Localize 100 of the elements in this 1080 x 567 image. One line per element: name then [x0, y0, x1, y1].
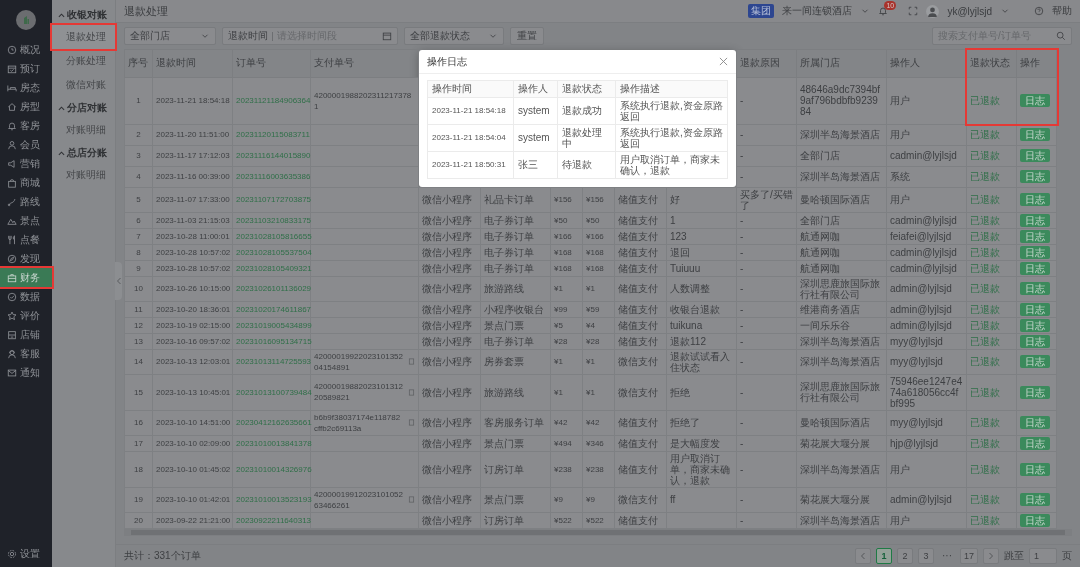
- status-select[interactable]: 全部退款状态: [404, 27, 504, 45]
- sidebar-item[interactable]: 数据: [0, 287, 52, 306]
- megaphone-icon: [7, 158, 17, 169]
- table-cell: -: [736, 166, 797, 187]
- dialog-title: 操作日志: [427, 55, 467, 67]
- collapse-handle[interactable]: [115, 262, 122, 300]
- table-cell: 用户: [886, 187, 967, 212]
- log-button[interactable]: 日志: [1020, 334, 1050, 348]
- refund-status: 已退款: [966, 77, 1017, 125]
- sidebar-item[interactable]: 评价: [0, 306, 52, 325]
- log-button[interactable]: 日志: [1020, 318, 1050, 332]
- log-button[interactable]: 日志: [1020, 436, 1050, 450]
- route-icon: [7, 196, 17, 207]
- log-button[interactable]: 日志: [1020, 513, 1050, 527]
- sidebar-item[interactable]: 发现: [0, 249, 52, 268]
- sidebar-item[interactable]: 设置: [0, 544, 52, 563]
- submenu-item[interactable]: 微信对账: [52, 73, 115, 97]
- copy-icon[interactable]: [408, 419, 415, 426]
- table-cell: 菊花展大堰分展: [796, 487, 887, 512]
- log-button[interactable]: 日志: [1020, 170, 1050, 183]
- log-button[interactable]: 日志: [1020, 245, 1050, 259]
- sidebar-item[interactable]: 房态: [0, 78, 52, 97]
- table-cell: 2023-10-13 12:03:01: [152, 349, 233, 374]
- sidebar-item[interactable]: 通知: [0, 363, 52, 382]
- table-cell: -: [736, 77, 797, 125]
- sidebar-item[interactable]: 路线: [0, 192, 52, 211]
- log-button[interactable]: 日志: [1020, 261, 1050, 275]
- sidebar-item[interactable]: 客服: [0, 344, 52, 363]
- chevron-left-icon: [860, 552, 866, 560]
- copy-icon[interactable]: [408, 358, 415, 365]
- sidebar-item[interactable]: 预订: [0, 59, 52, 78]
- person-icon: [7, 139, 17, 150]
- sidebar-item[interactable]: 景点: [0, 211, 52, 230]
- page-button[interactable]: 3: [918, 548, 934, 564]
- page-button[interactable]: 17: [960, 548, 978, 564]
- sidebar-item[interactable]: 会员: [0, 135, 52, 154]
- sidebar-item[interactable]: 点餐: [0, 230, 52, 249]
- table-cell: 2023-11-21 18:54:18: [152, 77, 233, 125]
- page-input[interactable]: 1: [1029, 548, 1057, 564]
- submenu-item[interactable]: 退款处理: [52, 25, 115, 49]
- horizontal-scrollbar[interactable]: [124, 528, 1072, 536]
- menu-group-title[interactable]: 分店对账: [52, 97, 115, 118]
- sidebar-item[interactable]: 概况: [0, 40, 52, 59]
- submenu-item[interactable]: 对账明细: [52, 163, 115, 187]
- page-ellipsis[interactable]: ···: [939, 548, 955, 564]
- sidebar-item[interactable]: 财务: [0, 268, 52, 287]
- log-button[interactable]: 日志: [1020, 149, 1050, 163]
- table-cell: 微信支付: [614, 374, 667, 410]
- table-cell: -: [736, 145, 797, 166]
- briefcase-icon: [7, 272, 17, 283]
- log-button[interactable]: 日志: [1020, 416, 1050, 429]
- avatar[interactable]: [926, 4, 940, 18]
- log-button[interactable]: 日志: [1020, 193, 1050, 206]
- user-name[interactable]: yk@lyjlsjd: [947, 5, 992, 17]
- caret-icon: [58, 149, 65, 157]
- table-cell: 16: [124, 410, 153, 435]
- sidebar-item[interactable]: 商城: [0, 173, 52, 192]
- help-link[interactable]: 帮助: [1052, 4, 1072, 18]
- column-header: 操作时间: [427, 80, 514, 97]
- order-link[interactable]: 20231121184906364: [236, 96, 311, 106]
- close-icon[interactable]: [719, 56, 728, 66]
- table-cell-text: b6b9f38037174e118782cffb2c69113a: [314, 411, 402, 434]
- table-cell: 4200001991202310105263466261: [314, 488, 404, 511]
- menu-group-title[interactable]: 收银对账: [52, 4, 115, 25]
- sidebar-item[interactable]: 营销: [0, 154, 52, 173]
- log-button[interactable]: 日志: [1020, 229, 1050, 243]
- table-cell: 2023-11-21 18:50:31: [427, 151, 514, 178]
- column-header: 序号: [124, 49, 153, 77]
- table-cell: 4200001992202310135204154891: [314, 350, 404, 373]
- next-page-button[interactable]: [983, 548, 999, 564]
- copy-icon[interactable]: [408, 496, 415, 503]
- table-cell: 3: [124, 145, 153, 166]
- help-icon: [1034, 6, 1044, 16]
- previous-page-button[interactable]: [855, 548, 871, 564]
- log-button[interactable]: 日志: [1020, 302, 1050, 316]
- table-cell: ¥156: [582, 187, 615, 212]
- log-button[interactable]: 日志: [1020, 462, 1050, 476]
- table-cell: 4200001988202310131220589821: [314, 381, 404, 403]
- menu-group-title[interactable]: 总店分账: [52, 142, 115, 163]
- submenu-item[interactable]: 对账明细: [52, 118, 115, 142]
- page-button[interactable]: 1: [876, 548, 892, 564]
- log-button[interactable]: 日志: [1020, 385, 1050, 399]
- log-button[interactable]: 日志: [1020, 128, 1050, 142]
- sidebar-item[interactable]: 客房: [0, 116, 52, 135]
- table-cell: 好: [666, 187, 737, 212]
- sidebar-item[interactable]: 店铺: [0, 325, 52, 344]
- log-button[interactable]: 日志: [1020, 493, 1050, 506]
- log-button[interactable]: 日志: [1020, 355, 1050, 368]
- bell-icon: [7, 120, 17, 131]
- copy-icon[interactable]: [408, 388, 415, 396]
- log-button[interactable]: 日志: [1020, 213, 1050, 227]
- log-button[interactable]: 日志: [1020, 94, 1050, 108]
- table-cell: 微信小程序: [418, 451, 481, 487]
- log-button[interactable]: 日志: [1020, 282, 1050, 295]
- store-select[interactable]: 全部门店: [124, 27, 216, 45]
- reset-button[interactable]: 重置: [510, 27, 544, 45]
- sidebar-item[interactable]: 房型: [0, 97, 52, 116]
- page-button[interactable]: 2: [897, 548, 913, 564]
- table-cell: 曼哈顿国际酒店: [796, 187, 887, 212]
- table-cell: 礼品卡订单: [480, 187, 551, 212]
